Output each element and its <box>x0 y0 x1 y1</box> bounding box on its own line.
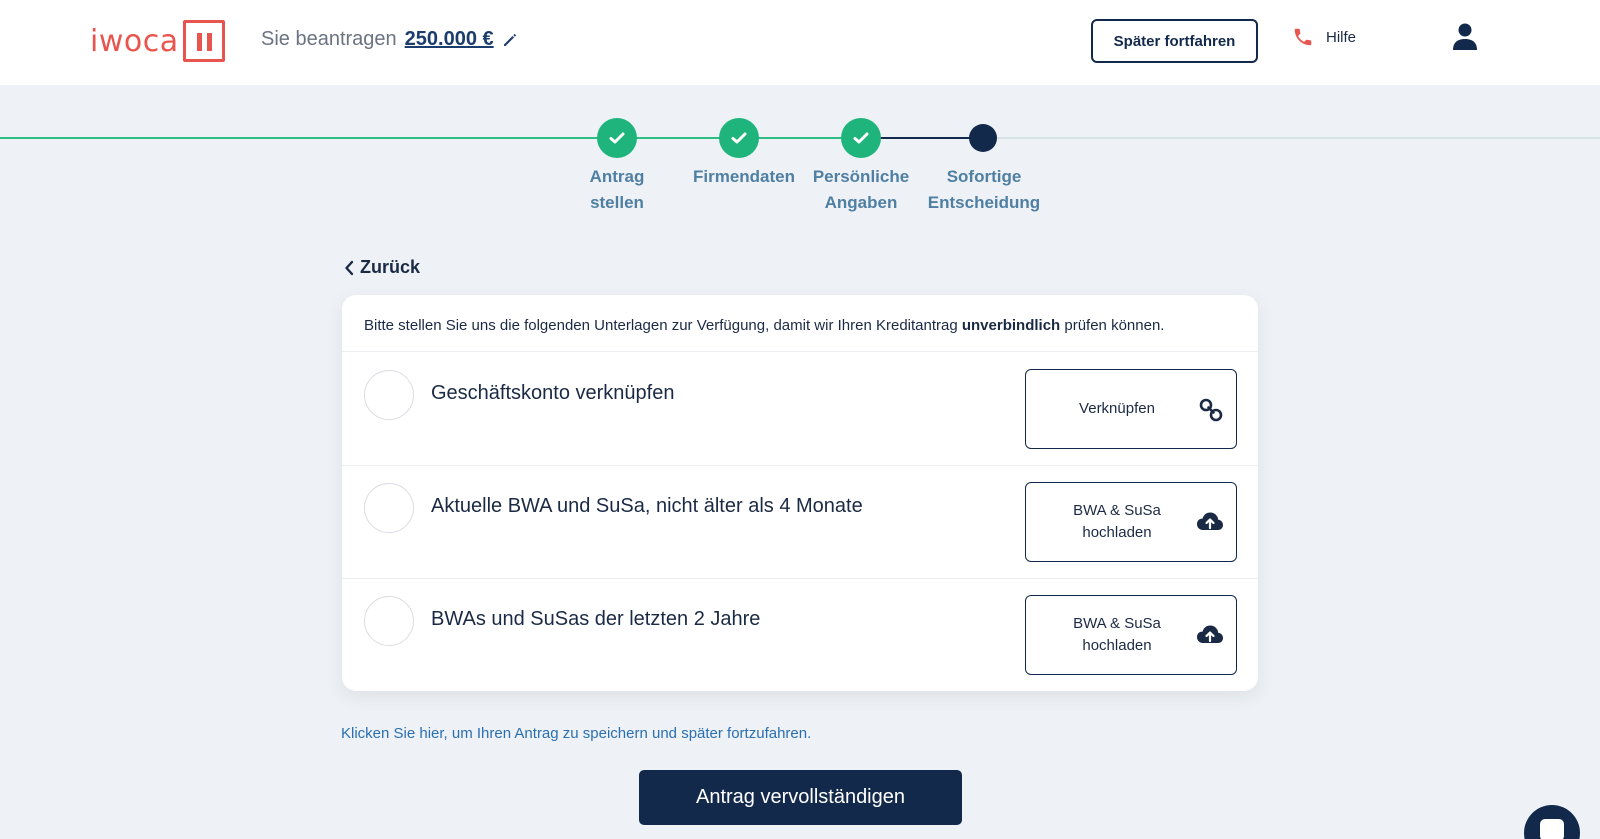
link-icon <box>1199 398 1223 422</box>
help-link[interactable]: Hilfe <box>1292 26 1356 48</box>
help-label: Hilfe <box>1326 28 1357 46</box>
save-and-continue-later-link[interactable]: Klicken Sie hier, um Ihren Antrag zu spe… <box>341 725 811 742</box>
chevron-left-icon <box>345 260 354 275</box>
applied-amount-summary: Sie beantragen 250.000 € <box>261 28 518 51</box>
pencil-edit-icon[interactable] <box>502 32 518 48</box>
iwoca-logo[interactable]: iwoca <box>90 18 225 64</box>
step-4-current-dot <box>969 124 997 152</box>
document-row-two-years-bwa: BWAs und SuSas der letzten 2 Jahre BWA &… <box>342 578 1258 691</box>
step-2-check-icon <box>719 118 759 158</box>
complete-application-button[interactable]: Antrag vervollständigen <box>639 770 962 825</box>
logo-mark-icon <box>182 20 225 62</box>
upload-bwa-susa-button[interactable]: BWA & SuSa hochladen <box>1025 595 1237 675</box>
document-label: Aktuelle BWA und SuSa, nicht älter als 4… <box>431 495 863 517</box>
documents-card: Bitte stellen Sie uns die folgenden Unte… <box>342 295 1258 691</box>
status-circle <box>364 596 414 646</box>
chat-launcher-button[interactable] <box>1524 805 1580 839</box>
step-label-sofortige-entscheidung: Sofortige Entscheidung <box>927 167 1041 212</box>
applied-label: Sie beantragen <box>261 28 397 50</box>
stepper-line-pending <box>980 137 1600 139</box>
button-label: Verknüpfen <box>1079 400 1155 417</box>
stepper-line-current <box>880 137 980 139</box>
cloud-upload-icon <box>1197 512 1223 530</box>
document-row-current-bwa: Aktuelle BWA und SuSa, nicht älter als 4… <box>342 465 1258 578</box>
button-label: BWA & SuSa hochladen <box>1073 502 1161 541</box>
button-label: BWA & SuSa hochladen <box>1073 615 1161 654</box>
document-row-business-account: Geschäftskonto verknüpfen Verknüpfen <box>342 352 1258 465</box>
back-label: Zurück <box>360 257 421 277</box>
chat-icon <box>1540 819 1564 839</box>
document-label: Geschäftskonto verknüpfen <box>431 382 675 404</box>
status-circle <box>364 370 414 420</box>
link-account-button[interactable]: Verknüpfen <box>1025 369 1237 449</box>
continue-later-button[interactable]: Später fortfahren <box>1091 19 1258 63</box>
step-3-check-icon <box>841 118 881 158</box>
document-label: BWAs und SuSas der letzten 2 Jahre <box>431 608 761 630</box>
user-account-icon[interactable] <box>1452 23 1478 51</box>
back-link[interactable]: Zurück <box>344 257 420 278</box>
logo-text: iwoca <box>90 23 179 59</box>
upload-bwa-susa-button[interactable]: BWA & SuSa hochladen <box>1025 482 1237 562</box>
step-1-check-icon <box>597 118 637 158</box>
status-circle <box>364 483 414 533</box>
documents-intro-text: Bitte stellen Sie uns die folgenden Unte… <box>364 317 1165 334</box>
stepper-line-complete <box>0 137 980 139</box>
applied-amount-link[interactable]: 250.000 € <box>405 28 494 51</box>
cloud-upload-icon <box>1197 625 1223 643</box>
phone-icon <box>1294 28 1312 46</box>
top-header: iwoca Sie beantragen 250.000 € Später fo… <box>0 0 1600 85</box>
